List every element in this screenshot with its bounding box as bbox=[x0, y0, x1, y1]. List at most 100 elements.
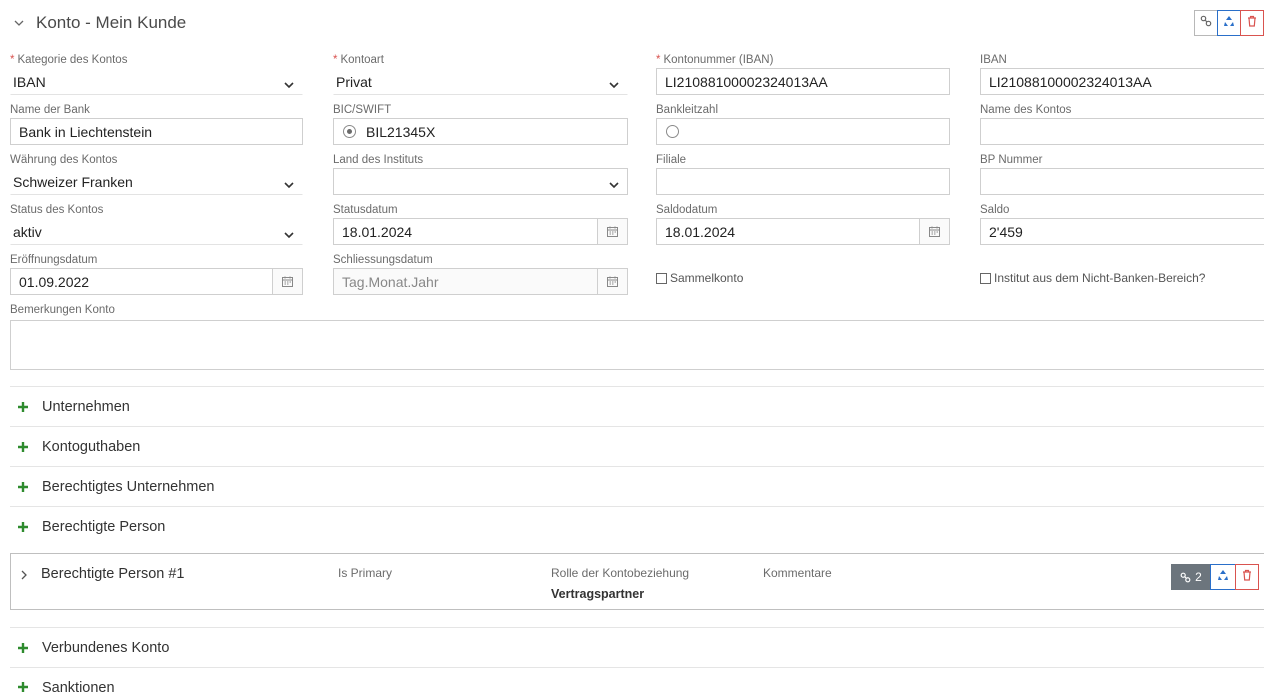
plus-icon bbox=[16, 680, 30, 693]
link-count: 2 bbox=[1195, 570, 1202, 584]
rolle-value: Vertragspartner bbox=[551, 587, 645, 601]
bic-input[interactable]: BIL21345X bbox=[333, 118, 628, 145]
field-eroeffnung: Eröffnungsdatum 01.09.2022 bbox=[10, 252, 303, 295]
required-marker: * bbox=[333, 54, 338, 66]
calendar-icon bbox=[282, 274, 293, 290]
delete-button[interactable] bbox=[1240, 10, 1264, 36]
field-bemerkungen: Bemerkungen Konto bbox=[10, 302, 610, 318]
waehrung-value: Schweizer Franken bbox=[13, 173, 133, 190]
kontoart-select[interactable]: Privat bbox=[333, 68, 628, 95]
section-verbundenes-konto[interactable]: Verbundenes Konto bbox=[10, 627, 1264, 667]
filiale-input[interactable] bbox=[656, 168, 950, 195]
plus-icon bbox=[16, 400, 30, 414]
filiale-label: Filiale bbox=[656, 154, 687, 166]
name-bank-input[interactable]: Bank in Liechtenstein bbox=[10, 118, 303, 145]
iban-value: LI21088100002324013AA bbox=[989, 73, 1152, 90]
required-marker: * bbox=[656, 54, 661, 66]
name-bank-value: Bank in Liechtenstein bbox=[19, 123, 153, 140]
bemerkungen-textarea[interactable] bbox=[10, 320, 1264, 370]
person-link-button[interactable]: 2 bbox=[1171, 564, 1211, 590]
saldo-input[interactable]: 2'459 bbox=[980, 218, 1264, 245]
field-name-konto: Name des Kontos bbox=[980, 102, 1264, 145]
name-konto-input[interactable] bbox=[980, 118, 1264, 145]
eroeffnung-label: Eröffnungsdatum bbox=[10, 254, 98, 266]
saldodatum-input[interactable]: 18.01.2024 bbox=[656, 218, 950, 245]
recycle-icon bbox=[1223, 14, 1235, 32]
trash-icon bbox=[1247, 14, 1257, 32]
calendar-button[interactable] bbox=[272, 269, 302, 294]
section-berechtigtes-unternehmen[interactable]: Berechtigtes Unternehmen bbox=[10, 466, 1264, 506]
section-label: Verbundenes Konto bbox=[42, 639, 170, 656]
link-icon bbox=[1200, 14, 1212, 32]
status-select[interactable]: aktiv bbox=[10, 218, 303, 245]
calendar-icon bbox=[607, 224, 618, 240]
iban-label: IBAN bbox=[980, 54, 1007, 66]
bemerkungen-label: Bemerkungen Konto bbox=[10, 304, 115, 316]
field-saldo: Saldo 2'459 bbox=[980, 202, 1264, 245]
field-kategorie: * Kategorie des Kontos IBAN bbox=[10, 52, 303, 95]
section-sanktionen[interactable]: Sanktionen bbox=[10, 667, 1264, 693]
plus-icon bbox=[16, 520, 30, 534]
calendar-button[interactable] bbox=[597, 269, 627, 294]
header-actions bbox=[1194, 10, 1264, 36]
person-actions: 2 bbox=[1171, 564, 1259, 590]
kontonummer-input[interactable]: LI21088100002324013AA bbox=[656, 68, 950, 95]
rolle-label: Rolle der Kontobeziehung bbox=[551, 566, 690, 580]
calendar-icon bbox=[929, 224, 940, 240]
chevron-down-icon[interactable] bbox=[12, 16, 26, 30]
field-bic: BIC/SWIFT BIL21345X bbox=[333, 102, 628, 145]
schliessung-input[interactable]: Tag.Monat.Jahr bbox=[333, 268, 628, 295]
eroeffnung-value: 01.09.2022 bbox=[19, 273, 90, 290]
person-recycle-button[interactable] bbox=[1210, 564, 1236, 590]
field-kontoart: * Kontoart Privat bbox=[333, 52, 628, 95]
bp-nummer-input[interactable] bbox=[980, 168, 1264, 195]
chevron-down-icon bbox=[609, 177, 619, 189]
radio-selected-dot bbox=[347, 129, 352, 134]
eroeffnung-input[interactable]: 01.09.2022 bbox=[10, 268, 303, 295]
field-name-bank: Name der Bank Bank in Liechtenstein bbox=[10, 102, 303, 145]
saldodatum-value: 18.01.2024 bbox=[665, 223, 736, 240]
kontonummer-value: LI21088100002324013AA bbox=[665, 73, 828, 90]
sammelkonto-checkbox[interactable]: Sammelkonto bbox=[656, 271, 743, 285]
statusdatum-label: Statusdatum bbox=[333, 204, 398, 216]
checkbox-box[interactable] bbox=[980, 272, 991, 284]
nicht-banken-checkbox[interactable]: Institut aus dem Nicht-Banken-Bereich? bbox=[980, 271, 1205, 285]
field-land: Land des Instituts bbox=[333, 152, 628, 195]
calendar-button[interactable] bbox=[919, 219, 949, 244]
chevron-right-icon[interactable] bbox=[19, 568, 29, 580]
section-header[interactable]: Konto - Mein Kunde bbox=[12, 10, 186, 36]
waehrung-label: Währung des Kontos bbox=[10, 154, 118, 166]
calendar-button[interactable] bbox=[597, 219, 627, 244]
bic-value: BIL21345X bbox=[366, 123, 436, 140]
section-label: Kontoguthaben bbox=[42, 438, 141, 455]
is-primary-label: Is Primary bbox=[338, 566, 392, 580]
section-berechtigte-person[interactable]: Berechtigte Person bbox=[10, 506, 1264, 546]
section-label: Berechtigte Person bbox=[42, 518, 166, 535]
land-select[interactable] bbox=[333, 168, 628, 195]
statusdatum-input[interactable]: 18.01.2024 bbox=[333, 218, 628, 245]
iban-input[interactable]: LI21088100002324013AA bbox=[980, 68, 1264, 95]
field-schliessung: Schliessungsdatum Tag.Monat.Jahr bbox=[333, 252, 628, 295]
waehrung-select[interactable]: Schweizer Franken bbox=[10, 168, 303, 195]
saldo-value: 2'459 bbox=[989, 223, 1023, 240]
section-kontoguthaben[interactable]: Kontoguthaben bbox=[10, 426, 1264, 466]
checkbox-box[interactable] bbox=[656, 272, 667, 284]
bic-radio[interactable] bbox=[343, 125, 356, 138]
person-delete-button[interactable] bbox=[1235, 564, 1259, 590]
sammelkonto-label: Sammelkonto bbox=[670, 271, 744, 285]
bic-label: BIC/SWIFT bbox=[333, 104, 392, 116]
chevron-down-icon bbox=[609, 77, 619, 89]
bp-nummer-label: BP Nummer bbox=[980, 154, 1043, 166]
person-title[interactable]: Berechtigte Person #1 bbox=[41, 566, 184, 582]
plus-icon bbox=[16, 480, 30, 494]
section-label: Sanktionen bbox=[42, 680, 115, 693]
kategorie-select[interactable]: IBAN bbox=[10, 68, 303, 95]
bankleitzahl-radio[interactable] bbox=[666, 125, 679, 138]
field-filiale: Filiale bbox=[656, 152, 950, 195]
recycle-button[interactable] bbox=[1217, 10, 1241, 36]
section-unternehmen[interactable]: Unternehmen bbox=[10, 386, 1264, 426]
link-button[interactable] bbox=[1194, 10, 1218, 36]
bankleitzahl-input[interactable] bbox=[656, 118, 950, 145]
plus-icon bbox=[16, 641, 30, 655]
saldodatum-label: Saldodatum bbox=[656, 204, 718, 216]
